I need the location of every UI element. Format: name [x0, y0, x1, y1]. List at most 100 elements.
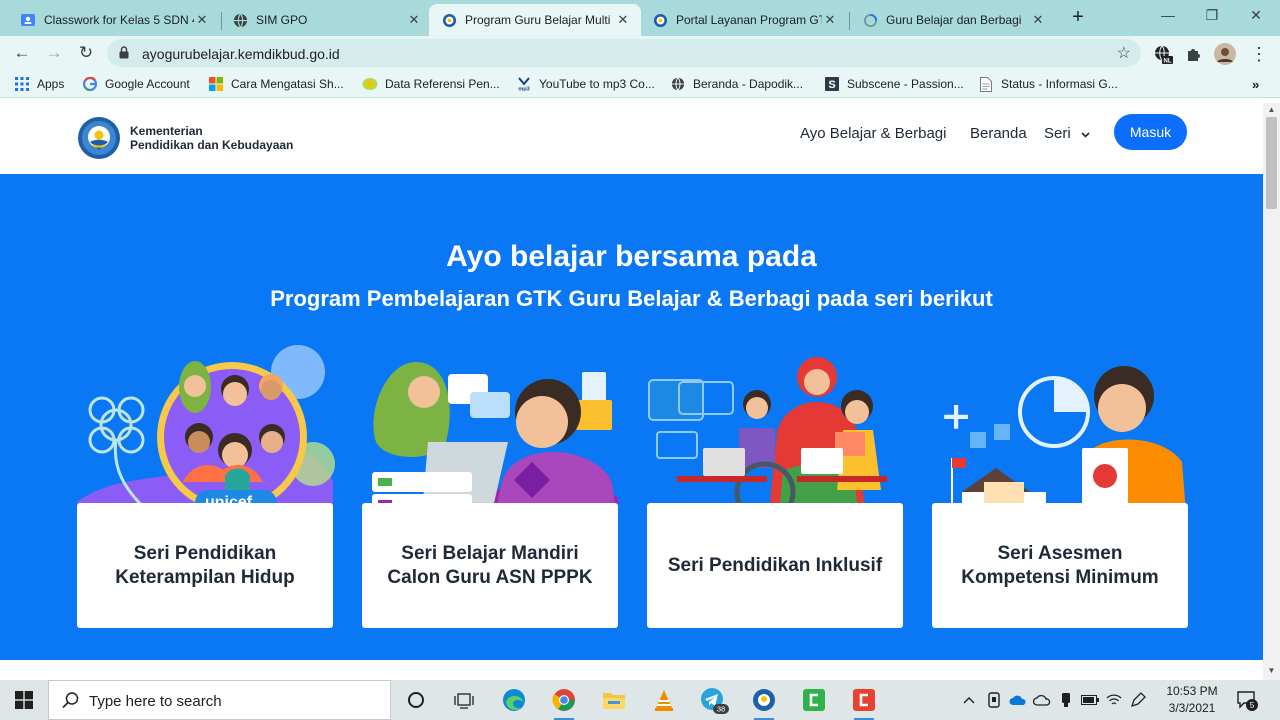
profile-avatar[interactable] — [1214, 43, 1236, 65]
bookmark-data-referensi[interactable]: Data Referensi Pen... — [362, 75, 500, 93]
file-explorer-icon[interactable] — [594, 684, 634, 716]
start-button[interactable] — [0, 680, 48, 720]
page-scrollbar[interactable]: ▲ ▼ — [1263, 103, 1280, 680]
tab-guru-belajar-berbagi[interactable]: Guru Belajar dan Berbagi ✕ — [850, 4, 1056, 36]
bookmark-label: YouTube to mp3 Co... — [539, 77, 655, 91]
bookmark-youtube-mp3[interactable]: mp3 YouTube to mp3 Co... — [516, 75, 655, 93]
telegram-icon[interactable]: 38 — [694, 684, 734, 716]
nav-ayo-belajar[interactable]: Ayo Belajar & Berbagi — [800, 125, 946, 142]
bookmark-star-icon[interactable]: ☆ — [1117, 43, 1131, 63]
vlc-icon[interactable] — [644, 684, 684, 716]
cortana-icon[interactable] — [396, 684, 436, 716]
hero-title: Ayo belajar bersama pada — [446, 240, 817, 273]
kemdikbud-logo[interactable] — [77, 116, 121, 160]
close-icon[interactable]: ✕ — [1030, 12, 1046, 28]
subscene-icon: S — [824, 76, 840, 92]
card-asesmen-kompetensi-minimum[interactable]: Seri Asesmen Kompetensi Minimum — [932, 352, 1188, 628]
card-pendidikan-keterampilan-hidup[interactable]: unicef Seri Pendidikan Keterampilan Hidu… — [77, 345, 335, 628]
pen-icon[interactable] — [1128, 690, 1148, 710]
bookmark-subscene[interactable]: S Subscene - Passion... — [824, 75, 964, 93]
google-icon — [82, 76, 98, 92]
close-icon[interactable]: ✕ — [822, 12, 838, 28]
extension-badge: NL — [1164, 59, 1172, 65]
svg-text:S: S — [828, 79, 835, 91]
kemdikbud-app-icon[interactable] — [744, 684, 784, 720]
bookmarks-overflow-chevron-icon[interactable]: » — [1252, 75, 1259, 93]
bookmark-google-account[interactable]: Google Account — [82, 75, 190, 93]
address-bar[interactable]: ayogurubelajar.kemdikbud.go.id ☆ — [107, 39, 1141, 67]
bookmark-cara-mengatasi[interactable]: Cara Mengatasi Sh... — [208, 75, 344, 93]
minimize-button[interactable]: — — [1146, 0, 1190, 32]
taskbar-search[interactable]: Type here to search — [48, 680, 391, 720]
clock-date: 3/3/2021 — [1168, 701, 1216, 715]
card-title: Seri Belajar Mandiri Calon Guru ASN PPPK — [387, 542, 593, 588]
document-icon — [978, 76, 994, 92]
nav-seri-label: Seri — [1044, 125, 1071, 142]
svg-text:mp3: mp3 — [518, 87, 529, 92]
battery-icon[interactable] — [1080, 690, 1100, 710]
onedrive-personal-icon[interactable] — [1032, 690, 1052, 710]
extensions-puzzle-icon[interactable] — [1183, 43, 1205, 65]
camtasia-red-icon[interactable] — [844, 684, 884, 720]
close-window-button[interactable]: ✕ — [1234, 0, 1278, 32]
extension-globe-icon[interactable]: NL — [1152, 43, 1174, 65]
close-icon[interactable]: ✕ — [615, 12, 631, 28]
search-icon — [62, 691, 80, 712]
chrome-icon[interactable] — [544, 684, 584, 720]
tab-label: Program Guru Belajar Multi — [465, 13, 611, 27]
task-view-icon[interactable] — [444, 684, 484, 716]
card-panel: Seri Pendidikan Keterampilan Hidup — [77, 503, 333, 628]
tray-expand-chevron-icon[interactable] — [960, 690, 978, 710]
scroll-down-icon[interactable]: ▼ — [1263, 666, 1280, 675]
card-belajar-mandiri-pppk[interactable]: Seri Belajar Mandiri Calon Guru ASN PPPK — [362, 352, 618, 628]
tab-program-guru-belajar[interactable]: Program Guru Belajar Multi ✕ — [429, 4, 641, 36]
card-panel: Seri Belajar Mandiri Calon Guru ASN PPPK — [362, 503, 618, 628]
bookmark-status-informasi[interactable]: Status - Informasi G... — [978, 75, 1118, 93]
forward-button[interactable]: → — [40, 39, 68, 67]
bookmark-label: Subscene - Passion... — [847, 77, 964, 91]
bookmark-label: Apps — [37, 77, 65, 91]
close-icon[interactable]: ✕ — [406, 12, 422, 28]
bookmark-label: Data Referensi Pen... — [385, 77, 500, 91]
apps-grid-icon — [14, 76, 30, 92]
tray-device-icon[interactable] — [984, 690, 1004, 710]
bookmark-beranda-dapodik[interactable]: Beranda - Dapodik... — [670, 75, 803, 93]
tab-classwork[interactable]: Classwork for Kelas 5 SDN 4 ✕ — [8, 4, 220, 36]
scrollbar-thumb[interactable] — [1266, 117, 1277, 209]
tab-sim-gpo[interactable]: SIM GPO ✕ — [220, 4, 432, 36]
card-pendidikan-inklusif[interactable]: Seri Pendidikan Inklusif — [647, 352, 903, 628]
close-icon[interactable]: ✕ — [194, 12, 210, 28]
edge-icon[interactable] — [494, 684, 534, 716]
org-name-line1: Kementerian — [130, 124, 203, 138]
browser-toolbar: ← → ↻ ayogurubelajar.kemdikbud.go.id ☆ N… — [0, 36, 1280, 70]
page-viewport: Kementerian Pendidikan dan Kebudayaan Ay… — [0, 103, 1263, 680]
notification-icon[interactable]: 5 — [1236, 689, 1258, 711]
card-panel: Seri Asesmen Kompetensi Minimum — [932, 503, 1188, 628]
camtasia-green-icon[interactable] — [794, 684, 834, 716]
chrome-menu-icon[interactable]: ⋮ — [1248, 43, 1270, 65]
usb-icon[interactable] — [1056, 690, 1076, 710]
bookmark-label: Cara Mengatasi Sh... — [231, 77, 344, 91]
tab-portal-layanan[interactable]: Portal Layanan Program GT ✕ — [640, 4, 848, 36]
reload-button[interactable]: ↻ — [72, 39, 100, 67]
data-ref-icon — [362, 76, 378, 92]
back-button[interactable]: ← — [8, 39, 36, 67]
notification-count: 5 — [1250, 701, 1255, 710]
wifi-icon[interactable] — [1104, 690, 1124, 710]
restore-button[interactable]: ❐ — [1190, 0, 1234, 32]
nav-beranda[interactable]: Beranda — [970, 125, 1027, 142]
yt-mp3-icon: mp3 — [516, 76, 532, 92]
system-clock[interactable]: 10:53 PM 3/3/2021 — [1156, 683, 1228, 717]
org-name: Kementerian Pendidikan dan Kebudayaan — [130, 124, 293, 152]
new-tab-button[interactable]: + — [1066, 6, 1090, 30]
bookmark-label: Google Account — [105, 77, 190, 91]
bookmarks-bar: Apps Google Account Cara Mengatasi Sh...… — [0, 70, 1280, 98]
globe-icon — [232, 12, 248, 28]
microsoft-icon — [208, 76, 224, 92]
onedrive-icon[interactable] — [1008, 690, 1028, 710]
scroll-up-icon[interactable]: ▲ — [1263, 105, 1280, 114]
google-classroom-icon — [20, 12, 36, 28]
bookmark-apps[interactable]: Apps — [14, 75, 64, 93]
nav-seri-dropdown[interactable]: Seri — [1044, 125, 1090, 142]
masuk-button[interactable]: Masuk — [1114, 114, 1187, 150]
